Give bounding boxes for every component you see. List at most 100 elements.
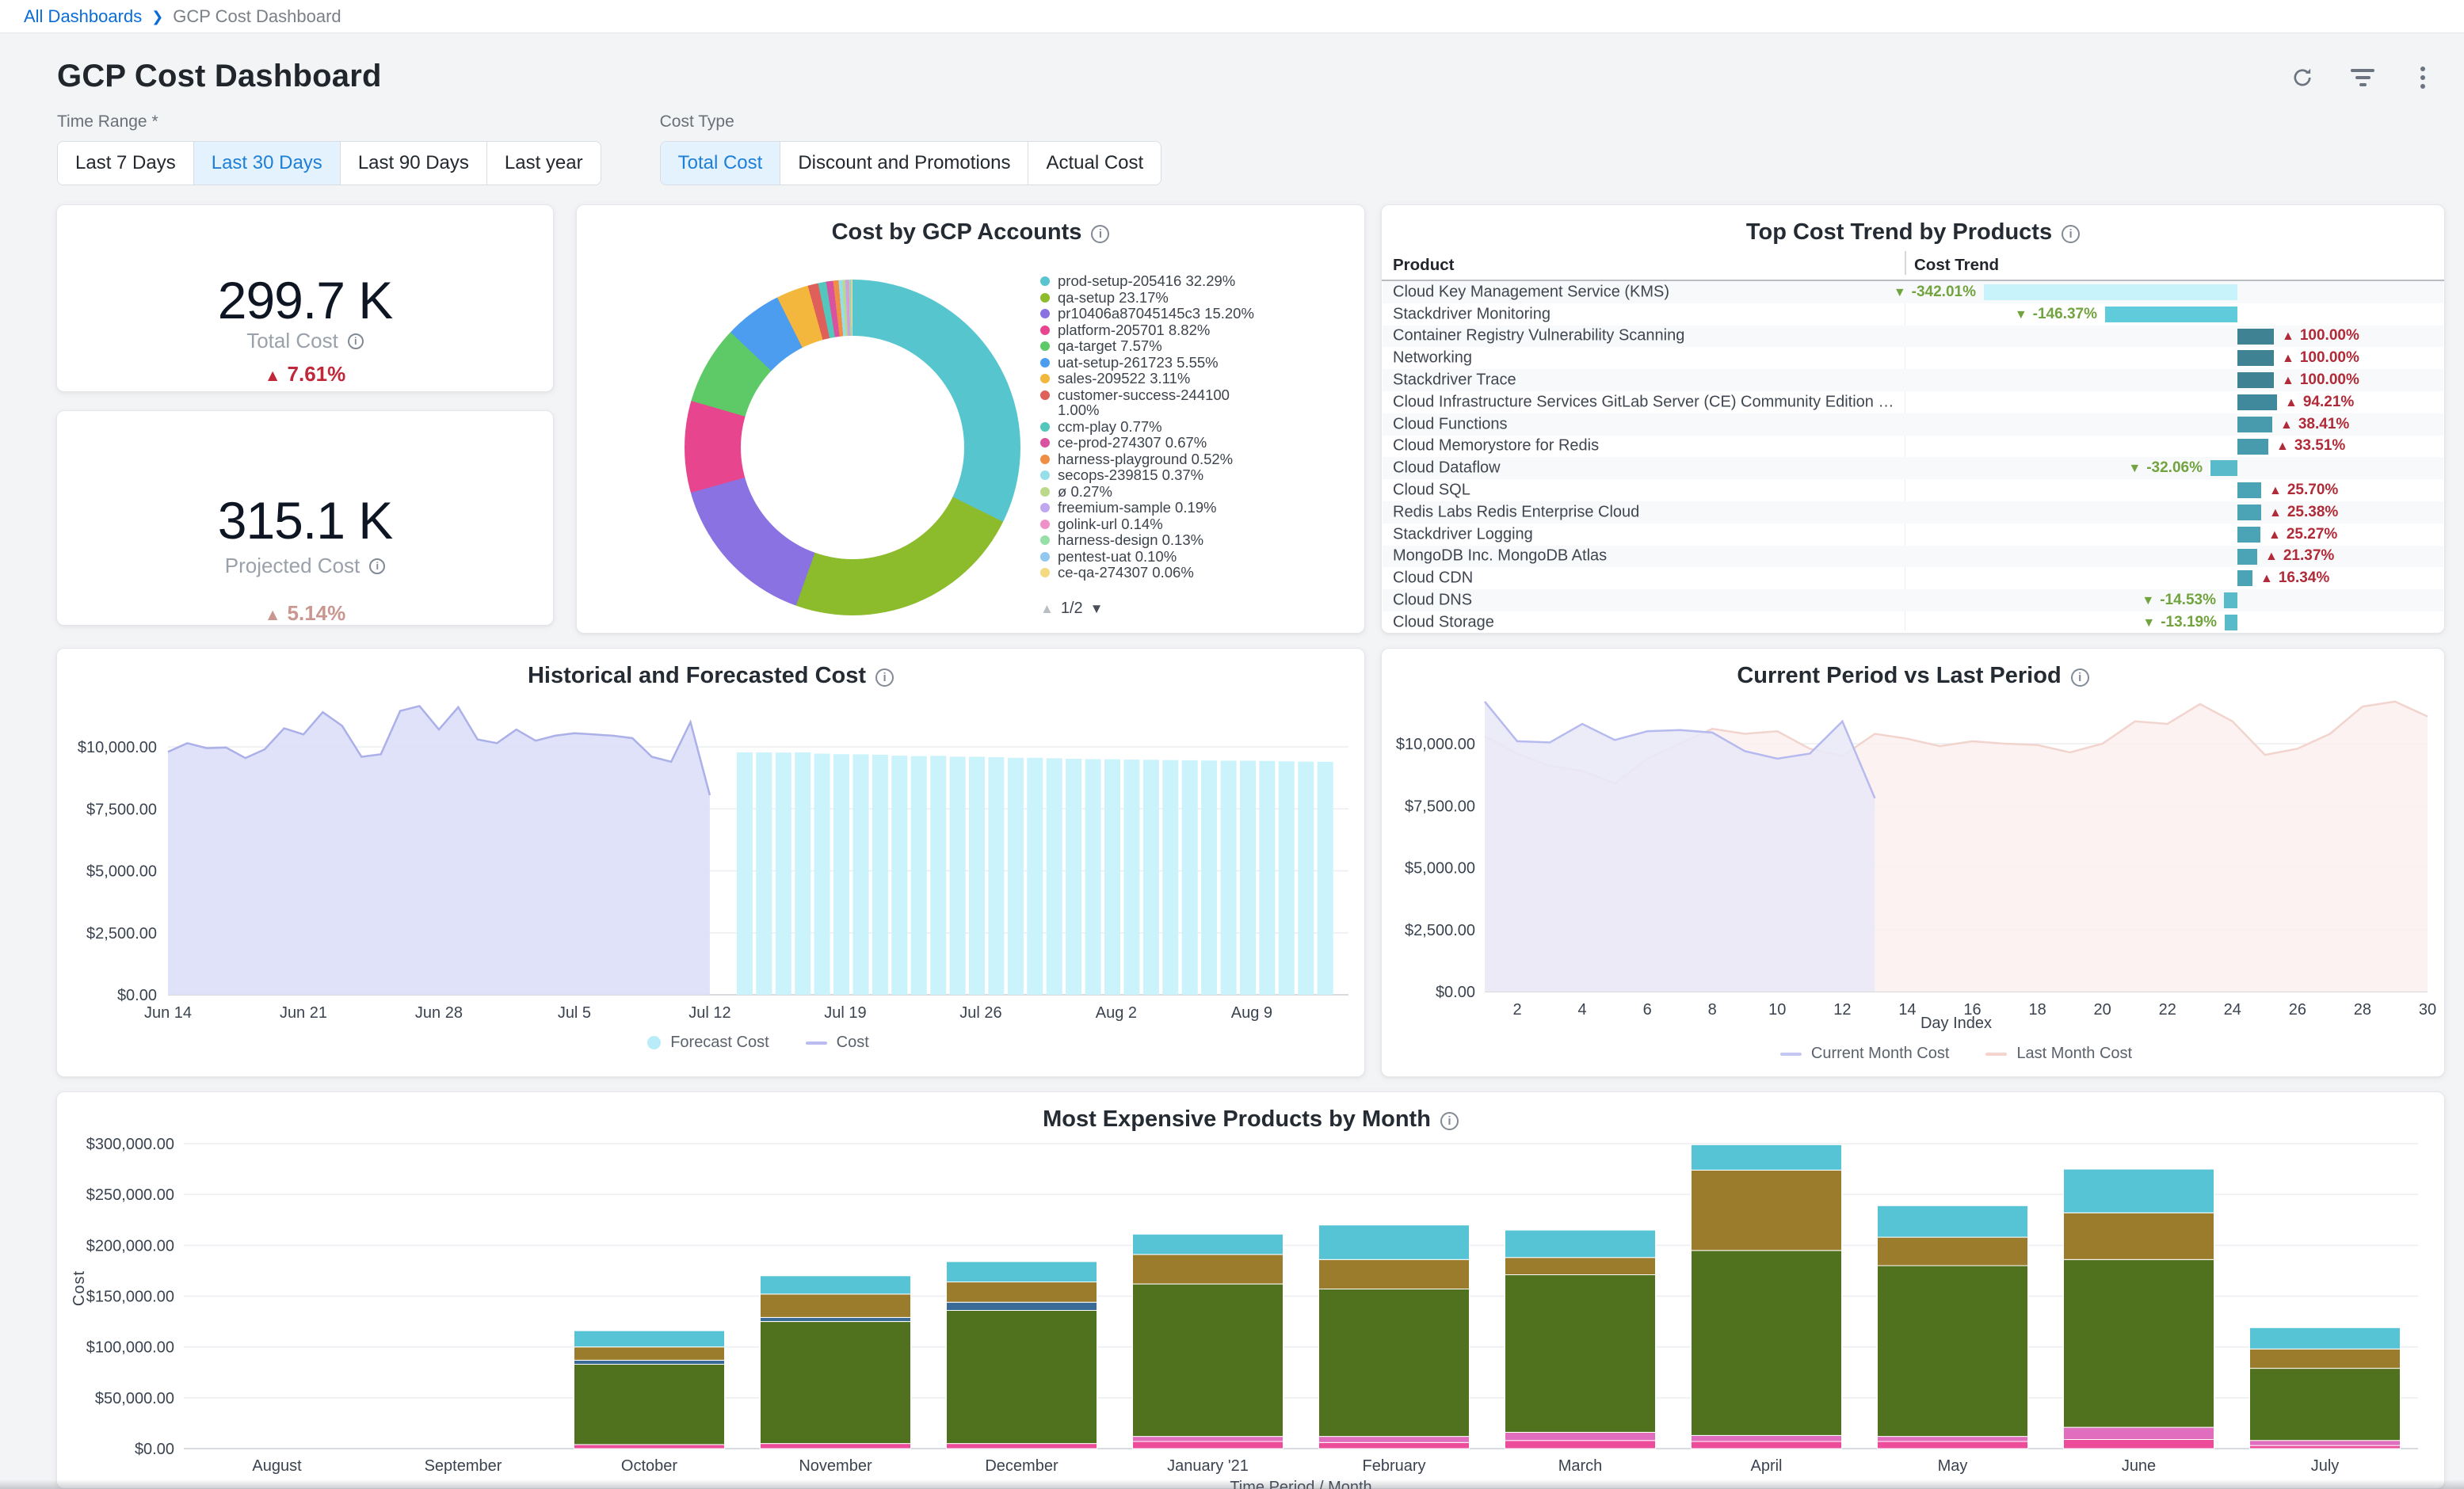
gcp-accounts-donut-chart[interactable]: [685, 280, 1020, 615]
legend-item-customer-success-244100[interactable]: customer-success-244100 1.00%: [1040, 387, 1267, 418]
forecast-bar: [950, 756, 966, 995]
legend-item-pr10406a87045145c3[interactable]: pr10406a87045145c3 15.20%: [1040, 306, 1267, 322]
cost-type-option-actual-cost[interactable]: Actual Cost: [1028, 142, 1161, 185]
info-icon[interactable]: i: [348, 333, 364, 349]
time-range-option-last-7-days[interactable]: Last 7 Days: [58, 142, 193, 185]
table-row-cloud-storage[interactable]: Cloud Storage▼-13.19%: [1383, 611, 2443, 634]
triangle-down-icon: ▼: [2142, 594, 2154, 607]
table-row-cloud-dataflow[interactable]: Cloud Dataflow▼-32.06%: [1383, 457, 2443, 479]
legend-item-sales-209522[interactable]: sales-209522 3.11%: [1040, 371, 1267, 387]
bar-segment-product-orchid: [1319, 1437, 1470, 1443]
info-icon[interactable]: i: [1091, 225, 1109, 243]
time-range-option-last-30-days[interactable]: Last 30 Days: [193, 142, 340, 185]
trend-value: ▼-146.37%: [2015, 306, 2097, 323]
filter-icon[interactable]: [2348, 63, 2377, 92]
forecast-bar: [1298, 762, 1314, 995]
legend-item-platform-205701[interactable]: platform-205701 8.82%: [1040, 322, 1267, 338]
legend-item-pentest-uat[interactable]: pentest-uat 0.10%: [1040, 549, 1267, 565]
historical-forecast-chart[interactable]: $0.00$2,500.00$5,000.00$7,500.00$10,000.…: [57, 649, 1366, 1078]
legend-item-ccm-play[interactable]: ccm-play 0.77%: [1040, 419, 1267, 435]
table-row-cloud-memorystore-for-redis[interactable]: Cloud Memorystore for Redis▲33.51%: [1383, 436, 2443, 458]
table-row-stackdriver-trace[interactable]: Stackdriver Trace▲100.00%: [1383, 369, 2443, 391]
trend-value: ▲100.00%: [2282, 349, 2359, 367]
legend-page-down-icon[interactable]: ▼: [1090, 601, 1104, 617]
info-icon[interactable]: i: [2062, 225, 2080, 243]
table-row-container-registry-vulnerability-scannin[interactable]: Container Registry Vulnerability Scannin…: [1383, 326, 2443, 348]
legend-dot: [1040, 503, 1050, 512]
bar-segment-product-pink: [1133, 1441, 1283, 1449]
trend-bar: [2237, 549, 2257, 565]
page-title: GCP Cost Dashboard: [57, 59, 382, 94]
current-month-cost-area: [1485, 702, 1875, 992]
column-header-product[interactable]: Product: [1393, 256, 1454, 275]
legend-item-qa-setup[interactable]: qa-setup 23.17%: [1040, 290, 1267, 306]
forecast-bar: [833, 754, 849, 995]
table-row-cloud-functions[interactable]: Cloud Functions▲38.41%: [1383, 413, 2443, 436]
legend-item-forecast-cost[interactable]: Forecast Cost: [647, 1034, 769, 1052]
time-range-option-last-90-days[interactable]: Last 90 Days: [340, 142, 486, 185]
table-row-cloud-key-management-service-kms[interactable]: Cloud Key Management Service (KMS)▼-342.…: [1383, 281, 2443, 303]
donut-card-title: Cost by GCP Accountsi: [577, 219, 1364, 246]
refresh-icon[interactable]: [2288, 63, 2317, 92]
table-row-stackdriver-logging[interactable]: Stackdriver Logging▲25.27%: [1383, 524, 2443, 546]
bar-segment-product-pink: [947, 1444, 1097, 1449]
table-row-stackdriver-monitoring[interactable]: Stackdriver Monitoring▼-146.37%: [1383, 303, 2443, 326]
table-row-cloud-sql[interactable]: Cloud SQL▲25.70%: [1383, 479, 2443, 501]
legend-dot: [1040, 470, 1050, 480]
trend-value: ▲33.51%: [2276, 437, 2345, 455]
x-axis-title: Day Index: [1485, 1015, 2428, 1033]
bar-segment-product-cyan: [574, 1331, 725, 1347]
table-row-cloud-infrastructure-services-gitlab-ser[interactable]: Cloud Infrastructure Services GitLab Ser…: [1383, 391, 2443, 413]
y-tick: $100,000.00: [86, 1339, 174, 1357]
breadcrumb: All Dashboards ❯ GCP Cost Dashboard: [0, 0, 2464, 33]
forecast-bar: [795, 752, 811, 995]
info-icon[interactable]: i: [369, 558, 385, 574]
time-range-option-last-year[interactable]: Last year: [486, 142, 601, 185]
legend-item-ce-prod-274307[interactable]: ce-prod-274307 0.67%: [1040, 435, 1267, 451]
triangle-up-icon: ▲: [2285, 396, 2298, 409]
table-row-cloud-cdn[interactable]: Cloud CDN▲16.34%: [1383, 567, 2443, 589]
monthly-products-chart[interactable]: $0.00$50,000.00$100,000.00$150,000.00$20…: [57, 1092, 2446, 1489]
legend-item-golink-url[interactable]: golink-url 0.14%: [1040, 516, 1267, 532]
legend-item-uat-setup-261723[interactable]: uat-setup-261723 5.55%: [1040, 355, 1267, 371]
total-cost-card: 299.7 K Total Cost i ▲7.61%: [56, 204, 554, 392]
legend-dot: [1040, 390, 1050, 400]
legend-item-qa-target[interactable]: qa-target 7.57%: [1040, 338, 1267, 354]
forecast-bar: [1027, 758, 1043, 995]
legend-label: qa-setup 23.17%: [1058, 290, 1256, 306]
table-row-networking[interactable]: Networking▲100.00%: [1383, 347, 2443, 369]
table-row-redis-labs-redis-enterprise-cloud[interactable]: Redis Labs Redis Enterprise Cloud▲25.38%: [1383, 501, 2443, 524]
breadcrumb-current: GCP Cost Dashboard: [173, 6, 341, 27]
column-header-cost-trend[interactable]: Cost Trend: [1914, 256, 1999, 275]
legend-item-freemium-sample[interactable]: freemium-sample 0.19%: [1040, 500, 1267, 516]
kebab-menu-icon[interactable]: [2409, 63, 2437, 92]
projected-cost-label-text: Projected Cost: [225, 554, 360, 578]
x-tick: February: [1362, 1457, 1425, 1475]
legend-dot: [1040, 535, 1050, 545]
total-cost-value: 299.7 K: [57, 270, 553, 330]
legend-item-[interactable]: ø 0.27%: [1040, 484, 1267, 500]
legend-label: harness-playground 0.52%: [1058, 451, 1256, 467]
cost-type-option-total-cost[interactable]: Total Cost: [661, 142, 780, 185]
legend-item-cost[interactable]: Cost: [806, 1034, 869, 1052]
legend-item-prod-setup-205416[interactable]: prod-setup-205416 32.29%: [1040, 273, 1267, 289]
table-row-mongodb-inc-mongodb-atlas[interactable]: MongoDB Inc. MongoDB Atlas▲21.37%: [1383, 546, 2443, 568]
cost-type-option-discount-and-promotions[interactable]: Discount and Promotions: [780, 142, 1028, 185]
bar-segment-product-mustard: [1692, 1170, 1842, 1250]
legend-label: qa-target 7.57%: [1058, 338, 1256, 354]
legend-item-harness-playground[interactable]: harness-playground 0.52%: [1040, 451, 1267, 467]
legend-item-secops-239815[interactable]: secops-239815 0.37%: [1040, 467, 1267, 483]
breadcrumb-link-all-dashboards[interactable]: All Dashboards: [24, 6, 142, 27]
table-row-cloud-dns[interactable]: Cloud DNS▼-14.53%: [1383, 589, 2443, 611]
bar-segment-product-orchid: [1692, 1435, 1842, 1441]
trend-bar: [2237, 394, 2277, 410]
trend-value: ▼-13.19%: [2142, 614, 2217, 631]
legend-page-up-icon[interactable]: ▲: [1040, 601, 1054, 617]
period-comparison-chart[interactable]: $0.00$2,500.00$5,000.00$7,500.00$10,000.…: [1382, 649, 2446, 1078]
triangle-up-icon: ▲: [2282, 329, 2294, 343]
legend-item-last-month[interactable]: Last Month Cost: [1985, 1045, 2132, 1063]
legend-item-current-month[interactable]: Current Month Cost: [1780, 1045, 1950, 1063]
x-tick: Jun 28: [415, 1004, 463, 1022]
legend-item-harness-design[interactable]: harness-design 0.13%: [1040, 532, 1267, 548]
legend-item-ce-qa-274307[interactable]: ce-qa-274307 0.06%: [1040, 565, 1267, 581]
